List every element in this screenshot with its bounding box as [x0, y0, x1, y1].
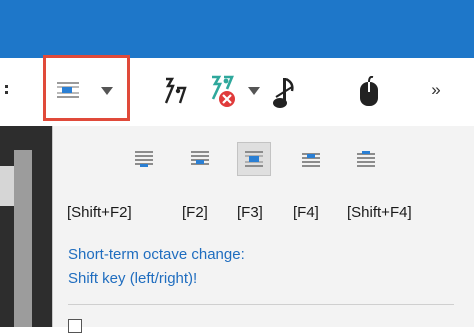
- mode-octave-down-2[interactable]: [129, 144, 159, 174]
- chevron-down-icon: [248, 87, 260, 95]
- grace-note-icon: [273, 77, 294, 108]
- option-checkbox[interactable]: [68, 319, 82, 333]
- octave-hint-line1: Short-term octave change:: [68, 246, 245, 263]
- title-bar: [0, 0, 474, 58]
- mouse-button[interactable]: [355, 74, 383, 110]
- shortcut-f4: [F4]: [293, 204, 319, 221]
- divider: [68, 304, 454, 305]
- rest-delete-icon: [211, 75, 235, 107]
- mode-octave-down-1[interactable]: [185, 144, 215, 174]
- mouse-icon: [360, 76, 378, 106]
- mode-octave-up-2[interactable]: [351, 144, 381, 174]
- tuplet-note-button[interactable]: [158, 74, 190, 108]
- shortcut-f2: [F2]: [182, 204, 208, 221]
- octave-down-2-icon: [135, 151, 153, 167]
- highlight-box: [43, 55, 130, 121]
- octave-down-1-icon: [191, 151, 209, 165]
- shortcut-shift-f4: [Shift+F4]: [347, 204, 412, 221]
- rest-delete-button[interactable]: [205, 72, 241, 110]
- shortcut-f3: [F3]: [237, 204, 263, 221]
- octave-up-1-icon: [302, 153, 320, 167]
- tuplet-note-icon: [164, 77, 187, 104]
- mode-octave-normal[interactable]: [237, 142, 271, 176]
- mode-octave-up-1[interactable]: [296, 144, 326, 174]
- partial-glyph-icon: [0, 78, 14, 102]
- left-panel-slider-track[interactable]: [14, 150, 32, 327]
- overflow-chevron-icon[interactable]: »: [424, 80, 448, 100]
- shortcut-shift-f2: [Shift+F2]: [67, 204, 132, 221]
- rest-delete-dropdown-arrow[interactable]: [246, 84, 262, 98]
- grace-note-button[interactable]: [268, 74, 302, 110]
- octave-hint-line2: Shift key (left/right)!: [68, 270, 198, 287]
- octave-up-2-icon: [357, 151, 375, 167]
- octave-normal-icon: [245, 151, 263, 167]
